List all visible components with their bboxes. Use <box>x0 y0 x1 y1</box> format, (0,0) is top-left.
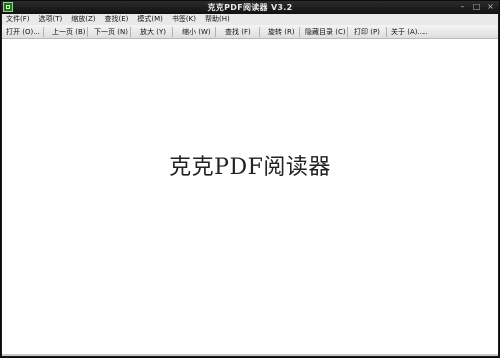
menu-file[interactable]: 文件(F) <box>2 14 36 25</box>
app-window: 克克PDF阅读器 V3.2 – □ × 文件(F) 选项(T) 缩放(Z) 查找… <box>0 0 500 358</box>
next-page-button[interactable]: 下一页 (N) <box>94 25 128 39</box>
close-icon[interactable]: × <box>484 2 497 12</box>
zoom-out-button[interactable]: 缩小 (W) <box>182 25 211 39</box>
toolbar-separator <box>130 27 131 37</box>
prev-page-button[interactable]: 上一页 (B) <box>52 25 86 39</box>
menu-bar: 文件(F) 选项(T) 缩放(Z) 查找(E) 模式(M) 书签(K) 帮助(H… <box>2 14 498 25</box>
toolbar-separator <box>43 27 44 37</box>
splash-title: 克克PDF阅读器 <box>169 155 331 180</box>
toolbar-separator <box>259 27 260 37</box>
rotate-button[interactable]: 旋转 (R) <box>268 25 295 39</box>
document-area[interactable]: 克克PDF阅读器 <box>2 39 498 355</box>
window-controls: – □ × <box>456 2 497 12</box>
toolbar-overflow[interactable]: .. <box>423 25 427 39</box>
minimize-icon[interactable]: – <box>456 2 469 12</box>
menu-help[interactable]: 帮助(H) <box>202 14 236 25</box>
about-button[interactable]: 关于 (A)... <box>391 25 424 39</box>
find-button[interactable]: 查找 (F) <box>225 25 251 39</box>
menu-mode[interactable]: 模式(M) <box>134 14 169 25</box>
title-bar[interactable]: 克克PDF阅读器 V3.2 – □ × <box>1 1 499 14</box>
window-title: 克克PDF阅读器 V3.2 <box>207 3 293 12</box>
toolbar-separator <box>87 27 88 37</box>
toolbar-separator <box>215 27 216 37</box>
toolbar-separator <box>172 27 173 37</box>
menu-bookmarks[interactable]: 书签(K) <box>169 14 202 25</box>
status-bar <box>2 354 498 356</box>
menu-zoom[interactable]: 缩放(Z) <box>68 14 101 25</box>
toolbar: 打开 (O)... 上一页 (B) 下一页 (N) 放大 (Y) 缩小 (W) … <box>2 25 498 39</box>
toolbar-separator <box>347 27 348 37</box>
maximize-icon[interactable]: □ <box>470 2 483 12</box>
toolbar-separator <box>386 27 387 37</box>
print-button[interactable]: 打印 (P) <box>354 25 380 39</box>
toggle-toc-button[interactable]: 隐藏目录 (C) <box>305 25 346 39</box>
menu-find[interactable]: 查找(E) <box>102 14 135 25</box>
menu-options[interactable]: 选项(T) <box>36 14 69 25</box>
open-button[interactable]: 打开 (O)... <box>6 25 40 39</box>
toolbar-separator <box>299 27 300 37</box>
zoom-in-button[interactable]: 放大 (Y) <box>140 25 166 39</box>
